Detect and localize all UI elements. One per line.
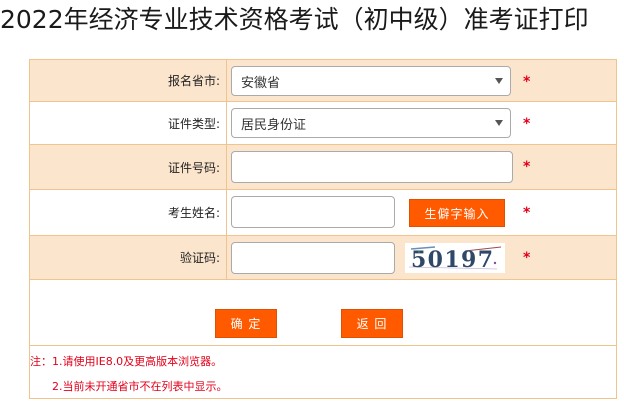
required-mark: *: [523, 74, 531, 90]
province-label: 报名省市:: [30, 60, 227, 101]
province-select[interactable]: 安徽省: [231, 66, 511, 96]
id-type-label: 证件类型:: [30, 102, 227, 144]
name-label: 考生姓名:: [30, 190, 227, 235]
required-mark: *: [523, 205, 531, 221]
captcha-input[interactable]: [231, 242, 395, 274]
rare-char-input-button[interactable]: 生僻字输入: [409, 199, 505, 227]
print-form: 报名省市: 安徽省 * 证件类型: 居民身份证 * 证件号码: * 考生姓名: …: [29, 59, 617, 399]
row-captcha: 验证码: 50197 *: [30, 236, 616, 280]
page-title: 2022年经济专业技术资格考试（初中级）准考证打印: [0, 5, 589, 34]
id-number-label: 证件号码:: [30, 145, 227, 189]
confirm-button[interactable]: 确 定: [215, 309, 277, 338]
captcha-image[interactable]: 50197: [405, 243, 505, 273]
captcha-text: 50197: [411, 247, 493, 273]
required-mark: *: [523, 159, 531, 175]
required-mark: *: [523, 250, 531, 266]
note-line-2: 2.当前未开通省市不在列表中显示。: [52, 380, 228, 393]
row-province: 报名省市: 安徽省 *: [30, 60, 616, 102]
row-id-type: 证件类型: 居民身份证 *: [30, 102, 616, 145]
captcha-graphic: 50197: [405, 243, 505, 273]
row-name: 考生姓名: 生僻字输入 *: [30, 190, 616, 236]
back-button[interactable]: 返 回: [341, 309, 403, 338]
captcha-label: 验证码:: [30, 236, 227, 279]
name-input[interactable]: [231, 196, 395, 228]
id-type-selected-value: 居民身份证: [241, 117, 307, 133]
id-number-input[interactable]: [231, 151, 513, 183]
row-actions: 确 定 返 回: [30, 280, 616, 346]
note-line-1: 注：1.请使用IE8.0及更高版本浏览器。: [30, 355, 223, 368]
row-id-number: 证件号码: *: [30, 145, 616, 190]
chevron-down-icon: [495, 120, 503, 126]
chevron-down-icon: [495, 78, 503, 84]
id-type-select[interactable]: 居民身份证: [231, 108, 511, 138]
province-selected-value: 安徽省: [241, 75, 281, 91]
required-mark: *: [523, 116, 531, 132]
